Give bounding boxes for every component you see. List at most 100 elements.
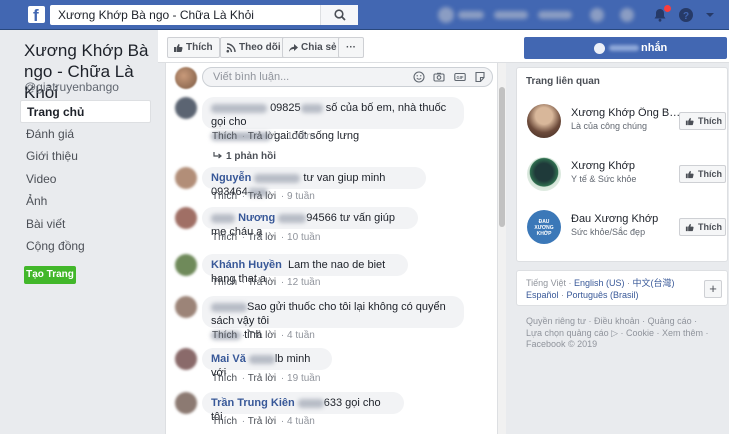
related-page-avatar[interactable]: ĐAU XƯƠNG KHỚP: [527, 210, 561, 244]
comment-time[interactable]: 4 tuần: [287, 330, 315, 341]
language-option[interactable]: 中文(台灣): [633, 278, 675, 288]
author-redacted[interactable]: [248, 354, 275, 364]
nav-item-about[interactable]: Giới thiệu: [20, 145, 151, 168]
author-redacted[interactable]: [211, 213, 235, 223]
comment-reply-link[interactable]: Trả lời: [248, 330, 276, 341]
nav-item-posts[interactable]: Bài viết: [20, 213, 151, 236]
gif-icon[interactable]: GIF: [453, 71, 466, 83]
nav-item-photos[interactable]: Ảnh: [20, 190, 151, 213]
comment-author[interactable]: Mai Vă: [211, 353, 246, 365]
comment-like-link[interactable]: Thích: [212, 232, 237, 243]
commenter-avatar[interactable]: [175, 167, 197, 189]
comment-author[interactable]: Khánh Huyền: [211, 259, 282, 271]
messenger-icon[interactable]: [620, 8, 634, 22]
more-options-button[interactable]: ···: [338, 37, 364, 58]
related-page-like-button[interactable]: Thích: [679, 218, 726, 236]
comment-like-link[interactable]: Thích: [212, 191, 237, 202]
comment-time[interactable]: 19 tuần: [287, 373, 320, 384]
related-page-name[interactable]: Xương Khớp Ông Bả...: [571, 107, 681, 119]
related-page-item: Xương Khớp Y tế & Sức khỏe Thích: [527, 157, 727, 193]
comment-time[interactable]: 10 tuần: [287, 232, 320, 243]
author-redacted[interactable]: [211, 103, 267, 113]
author-redacted[interactable]: [254, 173, 301, 183]
sticker-icon[interactable]: [474, 71, 486, 83]
facebook-logo-icon[interactable]: f: [28, 6, 45, 23]
comment-reply-link[interactable]: Trả lời: [248, 191, 276, 202]
scrollbar-thumb[interactable]: [499, 87, 505, 227]
comment-like-link[interactable]: Thích: [212, 277, 237, 288]
home-link-redacted[interactable]: [494, 11, 528, 19]
commenter-avatar[interactable]: [175, 254, 197, 276]
account-menu-icon[interactable]: [702, 7, 718, 23]
nav-item-home[interactable]: Trang chủ: [20, 100, 151, 123]
profile-name-redacted[interactable]: [458, 11, 484, 19]
comment-reply-link[interactable]: Trả lời: [248, 131, 276, 142]
related-like-label: Thích: [698, 222, 722, 232]
friend-requests-icon[interactable]: [590, 8, 604, 22]
replies-count: 1 phản hồi: [226, 151, 276, 162]
comment-like-link[interactable]: Thích: [212, 330, 237, 341]
comment-author[interactable]: Nương: [238, 212, 275, 224]
related-page-name[interactable]: Đau Xương Khớp: [571, 213, 681, 225]
like-page-button[interactable]: Thích: [167, 37, 220, 58]
create-page-button[interactable]: Tạo Trang: [24, 266, 76, 284]
top-navbar: f Xương Khớp Bà ngo - Chữa Là Khỏi ?: [0, 0, 729, 30]
search-input[interactable]: Xương Khớp Bà ngo - Chữa Là Khỏi: [58, 8, 254, 22]
comment-author[interactable]: Nguyễn: [211, 172, 251, 184]
comment-reply-link[interactable]: Trả lời: [248, 232, 276, 243]
nav-item-videos[interactable]: Video: [20, 168, 151, 191]
related-page-category: Y tế & Sức khỏe: [571, 174, 637, 184]
comment-time[interactable]: 12 tuần: [287, 277, 320, 288]
related-page-like-button[interactable]: Thích: [679, 165, 726, 183]
comment-like-link[interactable]: Thích: [212, 373, 237, 384]
comment-bubble: Trần Trung Kiên 633 gọi cho tôi: [202, 392, 404, 423]
language-option[interactable]: English (US): [574, 278, 625, 288]
related-like-label: Thích: [698, 169, 722, 179]
related-page-name[interactable]: Xương Khớp: [571, 160, 681, 172]
related-page-avatar[interactable]: [527, 157, 561, 191]
search-button[interactable]: [320, 5, 358, 25]
language-current: Tiếng Việt: [526, 278, 567, 288]
comment-author[interactable]: Trần Trung Kiên: [211, 397, 295, 409]
commenter-avatar[interactable]: [175, 207, 197, 229]
comment-input[interactable]: Viết bình luận... GIF: [202, 67, 493, 87]
related-page-logo: ĐAU XƯƠNG KHỚP: [534, 219, 554, 237]
related-page-avatar[interactable]: [527, 104, 561, 138]
commenter-avatar[interactable]: [175, 296, 197, 318]
create-link-redacted[interactable]: [538, 11, 572, 19]
footer-links-line1[interactable]: Quyền riêng tư · Điều khoản · Quảng cáo …: [526, 316, 716, 328]
language-list: Tiếng Việt · English (US) · 中文(台灣) Españ…: [526, 278, 675, 300]
footer-links-line2[interactable]: Lựa chọn quảng cáo ▷ · Cookie · Xem thêm…: [526, 328, 716, 340]
related-page-like-button[interactable]: Thích: [679, 112, 726, 130]
nav-item-community[interactable]: Cộng đồng: [20, 235, 151, 258]
commenter-avatar[interactable]: [175, 97, 197, 119]
camera-icon[interactable]: [433, 71, 445, 83]
comment-time[interactable]: 4 tuần: [287, 416, 315, 427]
feed-scrollbar[interactable]: [498, 63, 506, 434]
comment-time[interactable]: 1 năm: [287, 131, 315, 142]
follow-button[interactable]: Theo dõi: [220, 37, 288, 58]
language-option[interactable]: Português (Brasil): [567, 290, 639, 300]
comment-like-link[interactable]: Thích: [212, 416, 237, 427]
profile-avatar[interactable]: [438, 7, 454, 23]
page-handle[interactable]: @giatruyenbango: [24, 80, 119, 94]
share-button[interactable]: Chia sẻ: [282, 37, 344, 58]
help-icon[interactable]: ?: [678, 7, 694, 23]
more-languages-button[interactable]: +: [704, 280, 722, 298]
language-option[interactable]: Español: [526, 290, 559, 300]
commenter-avatar[interactable]: [175, 392, 197, 414]
commenter-avatar[interactable]: [175, 348, 197, 370]
send-message-button[interactable]: nhắn: [524, 37, 727, 59]
search-box[interactable]: Xương Khớp Bà ngo - Chữa Là Khỏi: [50, 5, 358, 25]
view-replies-link[interactable]: 1 phản hồi: [213, 151, 276, 162]
nav-item-reviews[interactable]: Đánh giá: [20, 123, 151, 146]
comment-time[interactable]: 9 tuần: [287, 191, 315, 202]
page-action-bar: Thích Theo dõi Chia sẻ ··· nhắn: [158, 30, 729, 63]
comment-reply-link[interactable]: Trả lời: [248, 277, 276, 288]
comment-reply-link[interactable]: Trả lời: [248, 373, 276, 384]
author-redacted[interactable]: [211, 302, 247, 312]
emoji-icon[interactable]: [413, 71, 425, 83]
search-icon: [334, 9, 346, 21]
comment-like-link[interactable]: Thích: [212, 131, 237, 142]
comment-reply-link[interactable]: Trả lời: [248, 416, 276, 427]
